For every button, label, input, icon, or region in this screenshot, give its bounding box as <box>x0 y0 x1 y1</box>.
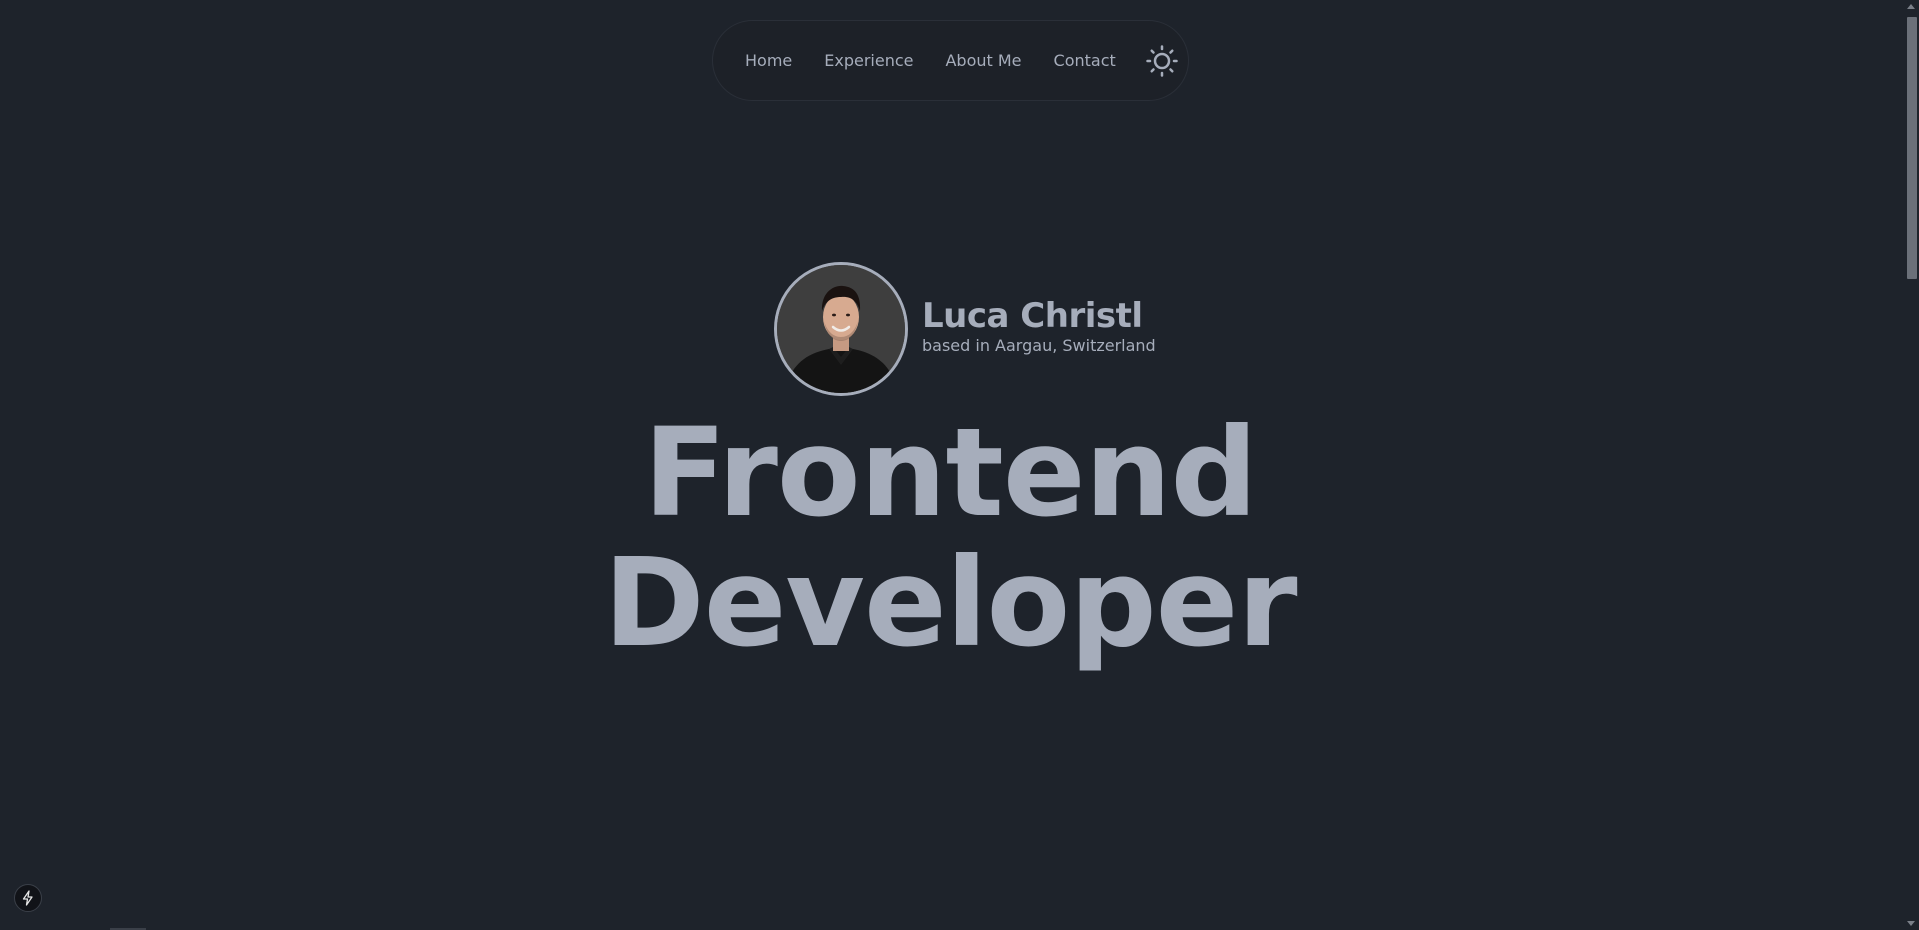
hero-line-1: Frontend <box>643 402 1258 544</box>
top-nav: Home Experience About Me Contact <box>712 20 1189 101</box>
nav-experience[interactable]: Experience <box>824 51 913 70</box>
profile-header: Luca Christl based in Aargau, Switzerlan… <box>774 262 1156 396</box>
lightning-icon <box>22 890 33 906</box>
nav-home[interactable]: Home <box>745 51 792 70</box>
theme-toggle-button[interactable] <box>1144 43 1180 79</box>
dev-tools-badge[interactable] <box>14 884 42 912</box>
nav-contact[interactable]: Contact <box>1054 51 1116 70</box>
hero-line-2: Developer <box>603 532 1297 674</box>
scroll-thumb[interactable] <box>1907 17 1917 279</box>
profile-location: based in Aargau, Switzerland <box>922 336 1156 355</box>
vertical-scrollbar[interactable] <box>1904 0 1919 930</box>
scroll-down-arrow-icon[interactable] <box>1907 921 1915 926</box>
sun-icon <box>1146 44 1178 77</box>
nav-about-me[interactable]: About Me <box>945 51 1021 70</box>
profile-name: Luca Christl <box>922 296 1143 336</box>
page: Home Experience About Me Contact Luca Ch… <box>0 0 1919 930</box>
avatar-photo <box>777 265 905 393</box>
hero-headline: Frontend Developer <box>0 408 1900 668</box>
avatar <box>774 262 908 396</box>
scroll-up-arrow-icon[interactable] <box>1907 4 1915 9</box>
name-block: Luca Christl based in Aargau, Switzerlan… <box>922 296 1156 356</box>
